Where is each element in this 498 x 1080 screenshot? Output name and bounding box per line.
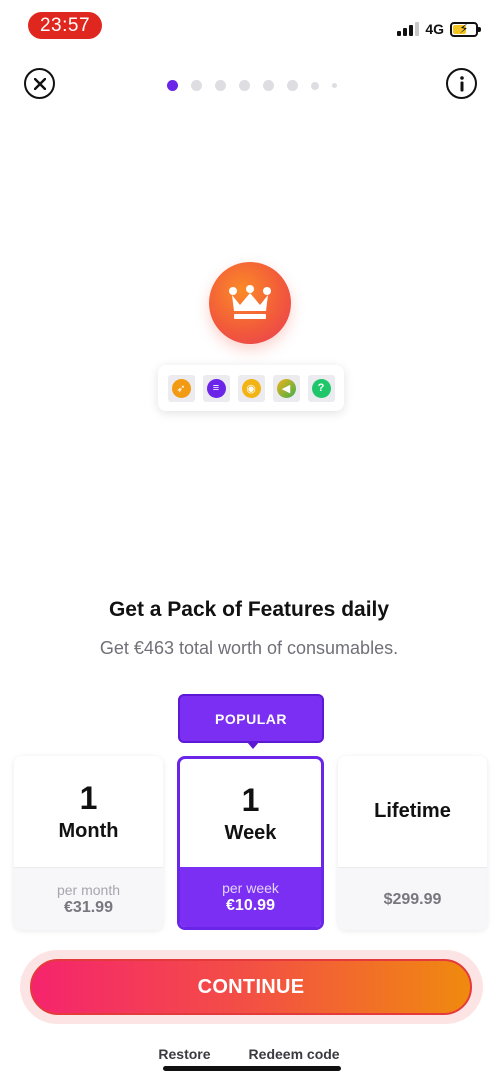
- page-dot: [287, 80, 298, 91]
- status-indicators: 4G ⚡: [397, 18, 481, 40]
- home-indicator: [163, 1066, 341, 1071]
- feature-item: ➶: [167, 374, 195, 402]
- rewind-icon: ◀: [276, 378, 296, 398]
- eye-icon: ◉: [241, 378, 261, 398]
- page-dot: [332, 83, 337, 88]
- feature-item: ?: [307, 374, 335, 402]
- feature-item: ◀: [272, 374, 300, 402]
- crown-badge: [209, 262, 291, 344]
- info-button[interactable]: [446, 68, 477, 99]
- page-dot: [215, 80, 226, 91]
- network-type: 4G: [425, 21, 444, 37]
- battery-icon: ⚡: [450, 21, 481, 37]
- page-dot: [263, 80, 274, 91]
- plan-lifetime-label: Lifetime: [374, 800, 451, 822]
- plan-week-price: €10.99: [226, 896, 275, 914]
- plan-week-number: 1: [241, 781, 260, 818]
- plan-lifetime-price: $299.99: [383, 890, 442, 908]
- page-dot: [311, 81, 319, 90]
- plan-month-unit: Month: [58, 820, 119, 842]
- continue-button[interactable]: CONTINUE: [30, 959, 472, 1015]
- crown-icon: [229, 285, 271, 319]
- plan-month-number: 1: [79, 780, 98, 816]
- popular-badge: POPULAR: [178, 694, 324, 749]
- signal-icon: [397, 22, 420, 36]
- feature-item: ◉: [237, 374, 265, 402]
- page-dot: [239, 80, 250, 91]
- headline: Get a Pack of Features daily: [108, 598, 390, 621]
- page-indicator: [0, 80, 498, 91]
- plan-week-period: per week: [222, 879, 279, 896]
- plan-month[interactable]: 1 Month per month €31.99: [14, 756, 163, 930]
- chat-icon: ≡: [206, 378, 226, 398]
- footer-links: Restore Redeem code: [0, 1046, 498, 1062]
- page-dot: [191, 80, 202, 91]
- question-icon: ?: [311, 378, 331, 398]
- status-time: 23:57: [28, 12, 102, 39]
- feature-item: ≡: [202, 374, 230, 402]
- rocket-icon: ➶: [171, 378, 191, 398]
- info-icon: [459, 75, 464, 91]
- plan-week[interactable]: 1 Week per week €10.99: [177, 756, 324, 930]
- redeem-code-link[interactable]: Redeem code: [249, 1046, 340, 1062]
- subline: Get €463 total worth of consumables.: [99, 638, 399, 658]
- plan-week-unit: Week: [224, 821, 277, 844]
- page-dot: [167, 80, 178, 91]
- plan-month-price: €31.99: [64, 898, 113, 916]
- restore-link[interactable]: Restore: [158, 1046, 210, 1062]
- plan-lifetime[interactable]: Lifetime $299.99: [338, 756, 487, 930]
- feature-icons-strip: ➶ ≡ ◉ ◀ ?: [158, 365, 344, 411]
- plan-month-period: per month: [56, 881, 121, 898]
